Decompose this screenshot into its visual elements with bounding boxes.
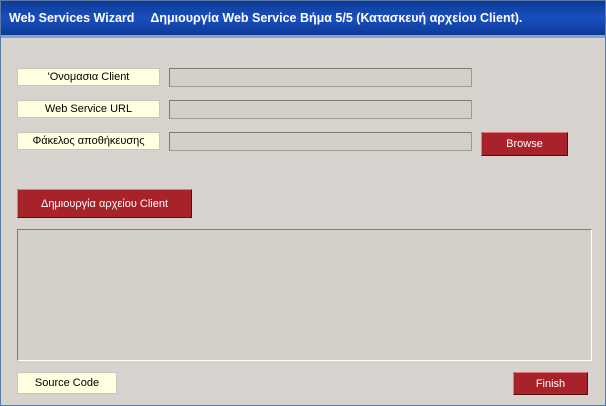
wizard-title: Web Services Wizard	[9, 11, 135, 25]
title-divider	[1, 35, 605, 38]
step-title: Δημιουργία Web Service Βήμα 5/5 (Κατασκε…	[150, 11, 523, 25]
folder-label: Φάκελος αποθήκευσης	[17, 132, 160, 150]
url-field[interactable]	[169, 100, 472, 119]
title-bar: Web Services Wizard Δημιουργία Web Servi…	[1, 1, 605, 35]
client-name-field[interactable]	[169, 68, 472, 87]
folder-field[interactable]	[169, 132, 472, 151]
source-code-output[interactable]	[17, 229, 592, 361]
browse-button[interactable]: Browse	[481, 132, 568, 156]
source-code-label: Source Code	[17, 372, 117, 394]
finish-button[interactable]: Finish	[513, 372, 588, 395]
client-name-label: 'Ονομασια Client	[17, 68, 160, 86]
wizard-window: Web Services Wizard Δημιουργία Web Servi…	[0, 0, 606, 406]
url-label: Web Service URL	[17, 100, 160, 118]
create-client-button[interactable]: Δημιουργία αρχείου Client	[17, 189, 192, 218]
